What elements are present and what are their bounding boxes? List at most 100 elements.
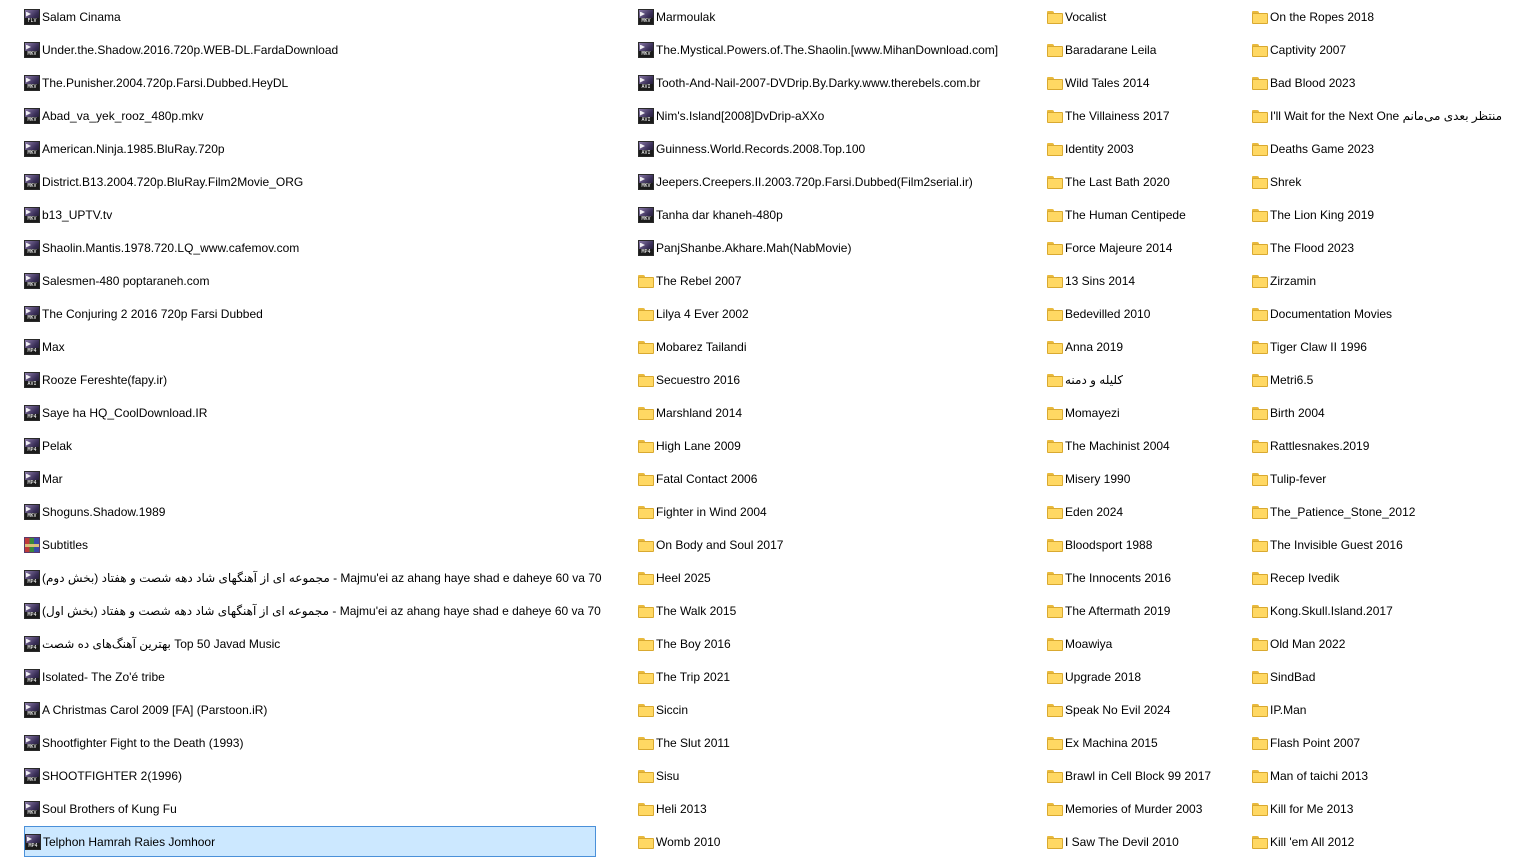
folder-item[interactable]: Lilya 4 Ever 2002 — [638, 298, 1038, 329]
file-item[interactable]: MP4 Mar — [24, 463, 596, 494]
folder-item[interactable]: Siccin — [638, 694, 1038, 725]
folder-item[interactable]: Marshland 2014 — [638, 397, 1038, 428]
folder-item[interactable]: The Trip 2021 — [638, 661, 1038, 692]
folder-item[interactable]: Captivity 2007 — [1252, 34, 1522, 65]
folder-item[interactable]: Vocalist — [1047, 1, 1242, 32]
folder-item[interactable]: The Aftermath 2019 — [1047, 595, 1242, 626]
file-item[interactable]: MKV Marmoulak — [638, 1, 1038, 32]
file-item[interactable]: MKV b13_UPTV.tv — [24, 199, 596, 230]
file-item[interactable]: Subtitles — [24, 529, 596, 560]
folder-item[interactable]: Zirzamin — [1252, 265, 1522, 296]
file-item[interactable]: MKV Shoguns.Shadow.1989 — [24, 496, 596, 527]
folder-item[interactable]: On the Ropes 2018 — [1252, 1, 1522, 32]
folder-item[interactable]: Bedevilled 2010 — [1047, 298, 1242, 329]
folder-item[interactable]: Misery 1990 — [1047, 463, 1242, 494]
file-item[interactable]: MKV A Christmas Carol 2009 [FA] (Parstoon… — [24, 694, 596, 725]
folder-item[interactable]: 13 Sins 2014 — [1047, 265, 1242, 296]
folder-item[interactable]: Bad Blood 2023 — [1252, 67, 1522, 98]
folder-item[interactable]: Mobarez Tailandi — [638, 331, 1038, 362]
file-item[interactable]: MKV Jeepers.Creepers.II.2003.720p.Farsi.D… — [638, 166, 1038, 197]
folder-item[interactable]: Kong.Skull.Island.2017 — [1252, 595, 1522, 626]
file-item[interactable]: MP4 بهترین آهنگ‌های ده شصت Top 50 Javad M… — [24, 628, 596, 659]
folder-item[interactable]: I'll Wait for the Next One منتظر بعدی می… — [1252, 100, 1522, 131]
folder-item[interactable]: The_Patience_Stone_2012 — [1252, 496, 1522, 527]
folder-item[interactable]: Metri6.5 — [1252, 364, 1522, 395]
folder-item[interactable]: Heli 2013 — [638, 793, 1038, 824]
folder-item[interactable]: Kill 'em All 2012 — [1252, 826, 1522, 857]
file-item[interactable]: MKV Abad_va_yek_rooz_480p.mkv — [24, 100, 596, 131]
folder-item[interactable]: SindBad — [1252, 661, 1522, 692]
folder-item[interactable]: Sisu — [638, 760, 1038, 791]
folder-item[interactable]: The Rebel 2007 — [638, 265, 1038, 296]
folder-item[interactable]: The Human Centipede — [1047, 199, 1242, 230]
folder-item[interactable]: Birth 2004 — [1252, 397, 1522, 428]
folder-item[interactable]: Tiger Claw II 1996 — [1252, 331, 1522, 362]
file-item[interactable]: MKV The Conjuring 2 2016 720p Farsi Dubbe… — [24, 298, 596, 329]
folder-item[interactable]: Tulip-fever — [1252, 463, 1522, 494]
folder-item[interactable]: Identity 2003 — [1047, 133, 1242, 164]
file-item[interactable]: FLV Salam Cinama — [24, 1, 596, 32]
folder-item[interactable]: Brawl in Cell Block 99 2017 — [1047, 760, 1242, 791]
file-item[interactable]: MP4 Max — [24, 331, 596, 362]
file-item[interactable]: MP4 مجموعه ای از آهنگهای شاد دهه شصت و هف… — [24, 562, 602, 593]
folder-item[interactable]: The Slut 2011 — [638, 727, 1038, 758]
folder-item[interactable]: The Flood 2023 — [1252, 232, 1522, 263]
file-item[interactable]: MKV District.B13.2004.720p.BluRay.Film2Mo… — [24, 166, 596, 197]
folder-item[interactable]: Upgrade 2018 — [1047, 661, 1242, 692]
file-item[interactable]: AVI Tooth-And-Nail-2007-DVDrip.By.Darky.w… — [638, 67, 1038, 98]
folder-item[interactable]: High Lane 2009 — [638, 430, 1038, 461]
folder-item[interactable]: The Last Bath 2020 — [1047, 166, 1242, 197]
file-item[interactable]: MKV Shootfighter Fight to the Death (1993… — [24, 727, 596, 758]
folder-item[interactable]: Rattlesnakes.2019 — [1252, 430, 1522, 461]
file-item[interactable]: MP4 Isolated- The Zo'é tribe — [24, 661, 596, 692]
folder-item[interactable]: Eden 2024 — [1047, 496, 1242, 527]
folder-item[interactable]: I Saw The Devil 2010 — [1047, 826, 1242, 857]
folder-item[interactable]: The Boy 2016 — [638, 628, 1038, 659]
folder-item[interactable]: Flash Point 2007 — [1252, 727, 1522, 758]
folder-item[interactable]: The Invisible Guest 2016 — [1252, 529, 1522, 560]
folder-item[interactable]: The Lion King 2019 — [1252, 199, 1522, 230]
file-item[interactable]: MP4 Pelak — [24, 430, 596, 461]
folder-item[interactable]: Womb 2010 — [638, 826, 1038, 857]
file-item[interactable]: MKV Shaolin.Mantis.1978.720.LQ_www.cafemo… — [24, 232, 596, 263]
file-item[interactable]: MP4 مجموعه ای از آهنگهای شاد دهه شصت و هف… — [24, 595, 601, 626]
folder-item[interactable]: Force Majeure 2014 — [1047, 232, 1242, 263]
file-item[interactable]: MKV Soul Brothers of Kung Fu — [24, 793, 596, 824]
file-item[interactable]: MKV Under.the.Shadow.2016.720p.WEB-DL.Far… — [24, 34, 596, 65]
folder-item[interactable]: Man of taichi 2013 — [1252, 760, 1522, 791]
folder-item[interactable]: Fighter in Wind 2004 — [638, 496, 1038, 527]
file-item[interactable]: AVI Nim's.Island[2008]DvDrip-aXXo — [638, 100, 1038, 131]
folder-item[interactable]: Secuestro 2016 — [638, 364, 1038, 395]
file-item[interactable]: MKV The.Mystical.Powers.of.The.Shaolin.[w… — [638, 34, 1038, 65]
folder-item[interactable]: Momayezi — [1047, 397, 1242, 428]
folder-item[interactable]: Fatal Contact 2006 — [638, 463, 1038, 494]
file-item[interactable]: AVI Guinness.World.Records.2008.Top.100 — [638, 133, 1038, 164]
folder-item[interactable]: Ex Machina 2015 — [1047, 727, 1242, 758]
folder-item[interactable]: Wild Tales 2014 — [1047, 67, 1242, 98]
folder-item[interactable]: Bloodsport 1988 — [1047, 529, 1242, 560]
folder-item[interactable]: Deaths Game 2023 — [1252, 133, 1522, 164]
file-item[interactable]: MKV American.Ninja.1985.BluRay.720p — [24, 133, 596, 164]
folder-item[interactable]: On Body and Soul 2017 — [638, 529, 1038, 560]
file-item[interactable]: MP4 Saye ha HQ_CoolDownload.IR — [24, 397, 596, 428]
folder-item[interactable]: Anna 2019 — [1047, 331, 1242, 362]
file-item[interactable]: MKV SHOOTFIGHTER 2(1996) — [24, 760, 596, 791]
folder-item[interactable]: Shrek — [1252, 166, 1522, 197]
folder-item[interactable]: The Villainess 2017 — [1047, 100, 1242, 131]
file-item[interactable]: MKV The.Punisher.2004.720p.Farsi.Dubbed.H… — [24, 67, 596, 98]
folder-item[interactable]: IP.Man — [1252, 694, 1522, 725]
folder-item[interactable]: The Machinist 2004 — [1047, 430, 1242, 461]
file-item[interactable]: MP4 PanjShanbe.Akhare.Mah(NabMovie) — [638, 232, 1038, 263]
folder-item[interactable]: Kill for Me 2013 — [1252, 793, 1522, 824]
folder-item[interactable]: Memories of Murder 2003 — [1047, 793, 1242, 824]
folder-item[interactable]: Old Man 2022 — [1252, 628, 1522, 659]
folder-item[interactable]: Moawiya — [1047, 628, 1242, 659]
folder-item[interactable]: Recep Ivedik — [1252, 562, 1522, 593]
folder-item[interactable]: Heel 2025 — [638, 562, 1038, 593]
file-item[interactable]: AVI Rooze Fereshte(fapy.ir) — [24, 364, 596, 395]
file-item[interactable]: MKV Tanha dar khaneh-480p — [638, 199, 1038, 230]
folder-item[interactable]: Baradarane Leila — [1047, 34, 1242, 65]
folder-item[interactable]: Speak No Evil 2024 — [1047, 694, 1242, 725]
folder-item[interactable]: Documentation Movies — [1252, 298, 1522, 329]
folder-item[interactable]: کلیله و دمنه — [1047, 364, 1242, 395]
